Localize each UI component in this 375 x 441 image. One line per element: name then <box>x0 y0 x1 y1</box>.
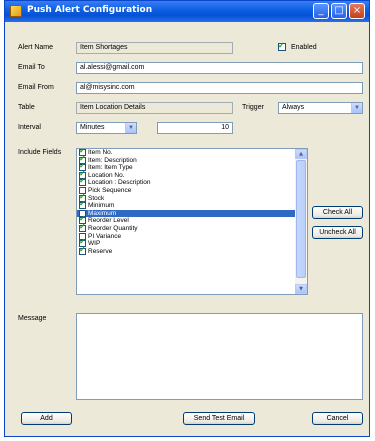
field-label: Item: Description <box>88 156 137 164</box>
send-test-email-button[interactable]: Send Test Email <box>183 412 255 425</box>
list-item[interactable]: PI Variance <box>77 232 297 241</box>
maximize-button[interactable]: □ <box>331 3 347 19</box>
uncheck-all-button[interactable]: Uncheck All <box>312 226 363 239</box>
field-label: Minimum <box>88 202 115 210</box>
list-item[interactable]: Reserve <box>77 246 297 256</box>
message-label: Message <box>18 315 47 322</box>
field-checkbox[interactable] <box>79 177 86 187</box>
check-all-button[interactable]: Check All <box>312 206 363 219</box>
include-fields-list[interactable]: Item No.Item: DescriptionItem: Item Type… <box>76 148 308 295</box>
field-label: Location : Description <box>88 179 151 187</box>
trigger-label: Trigger <box>242 104 264 111</box>
interval-unit-select[interactable]: Minutes ▼ <box>76 122 137 134</box>
trigger-select[interactable]: Always ▼ <box>278 102 363 114</box>
email-to-label: Email To <box>18 64 45 71</box>
list-item[interactable]: Location : Description <box>77 177 297 187</box>
list-item[interactable]: WIP <box>77 238 297 248</box>
list-item[interactable]: Minimum <box>77 200 297 210</box>
field-label: Maximum <box>88 209 117 217</box>
add-button[interactable]: Add <box>21 412 72 425</box>
app-icon <box>10 5 22 17</box>
cancel-button[interactable]: Cancel <box>312 412 363 425</box>
field-label: Item: Item Type <box>88 164 133 172</box>
interval-label: Interval <box>18 124 41 131</box>
field-label: PI Variance <box>88 232 122 240</box>
field-label: Stock <box>88 194 105 202</box>
field-checkbox[interactable] <box>79 200 86 210</box>
enabled-label: Enabled <box>290 43 317 51</box>
list-item[interactable]: Reorder Quantity <box>77 223 297 233</box>
scroll-up-icon[interactable]: ▲ <box>295 149 307 159</box>
list-item[interactable]: Item: Description <box>77 155 297 165</box>
scroll-thumb[interactable] <box>296 160 306 278</box>
interval-value-input[interactable]: 10 <box>157 122 233 134</box>
field-label: Pick Sequence <box>88 187 132 195</box>
list-item[interactable]: Location No. <box>77 170 297 180</box>
message-textarea[interactable] <box>76 313 363 400</box>
field-label: WIP <box>88 240 101 248</box>
include-fields-items: Item No.Item: DescriptionItem: Item Type… <box>77 149 307 255</box>
field-label: Item No. <box>88 149 113 157</box>
field-label: Reorder Quantity <box>88 225 138 233</box>
title-bar[interactable]: Push Alert Configuration _ □ × <box>5 1 369 22</box>
chevron-down-icon[interactable]: ▼ <box>351 103 362 113</box>
list-item[interactable]: Stock <box>77 193 297 203</box>
email-from-input[interactable]: al@misysinc.com <box>76 82 363 94</box>
email-to-input[interactable]: al.alessi@gmail.com <box>76 62 363 74</box>
alert-name-field: Item Shortages <box>76 42 233 54</box>
alert-name-label: Alert Name <box>18 44 54 51</box>
list-item[interactable]: Item No. <box>77 149 297 157</box>
scroll-down-icon[interactable]: ▼ <box>295 284 307 294</box>
email-from-label: Email From <box>18 84 54 91</box>
trigger-value: Always <box>282 104 305 111</box>
field-checkbox[interactable] <box>79 223 86 232</box>
close-button[interactable]: × <box>349 3 365 19</box>
list-scrollbar[interactable]: ▲ ▼ <box>295 149 307 294</box>
enabled-checkbox[interactable]: Enabled <box>278 41 317 51</box>
list-item[interactable]: Item: Item Type <box>77 162 297 172</box>
field-checkbox[interactable] <box>79 246 86 255</box>
minimize-button[interactable]: _ <box>313 3 329 19</box>
list-item[interactable]: Reorder Level <box>77 215 297 225</box>
chevron-down-icon[interactable]: ▼ <box>125 123 136 133</box>
window-title: Push Alert Configuration <box>27 5 153 15</box>
field-label: Reorder Level <box>88 217 129 225</box>
interval-unit-value: Minutes <box>80 124 105 131</box>
include-fields-label: Include Fields <box>18 149 62 156</box>
list-item[interactable]: Maximum <box>77 209 297 218</box>
push-alert-dialog: Push Alert Configuration _ □ × Alert Nam… <box>4 0 370 437</box>
table-field: Item Location Details <box>76 102 233 114</box>
list-item[interactable]: Pick Sequence <box>77 186 297 195</box>
field-label: Location No. <box>88 172 125 179</box>
field-label: Reserve <box>88 247 113 255</box>
enabled-check-icon[interactable] <box>278 41 286 51</box>
table-label: Table <box>18 104 35 111</box>
